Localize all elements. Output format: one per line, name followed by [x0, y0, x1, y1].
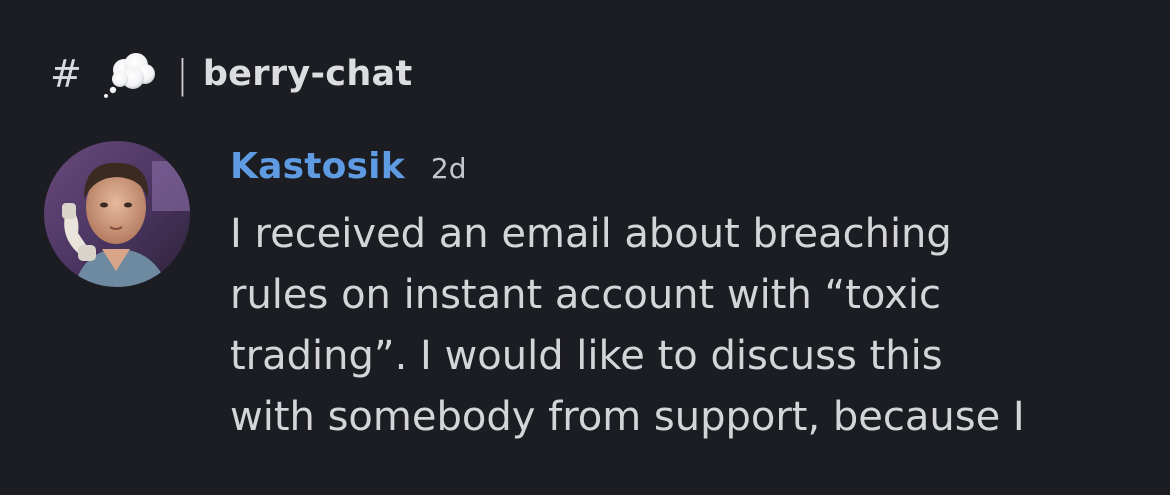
message-line: I received an email about breaching: [230, 211, 952, 257]
message[interactable]: Kastosik 2d I received an email about br…: [230, 146, 1130, 448]
timestamp: 2d: [430, 152, 467, 185]
avatar[interactable]: [44, 141, 190, 287]
channel-name[interactable]: berry-chat: [203, 54, 413, 94]
message-line: with somebody from support, because I: [230, 394, 1025, 440]
message-content: I received an email about breaching rule…: [230, 204, 1110, 448]
message-line: trading”. I would like to discuss this: [230, 333, 943, 379]
message-header: Kastosik 2d: [230, 146, 1130, 198]
thought-balloon-icon: [100, 46, 162, 102]
channel-header[interactable]: # | berry-chat: [50, 44, 412, 104]
channel-separator: |: [176, 52, 189, 96]
username[interactable]: Kastosik: [230, 146, 405, 187]
message-line: rules on instant account with “toxic: [230, 272, 941, 318]
hash-icon: #: [50, 52, 82, 96]
